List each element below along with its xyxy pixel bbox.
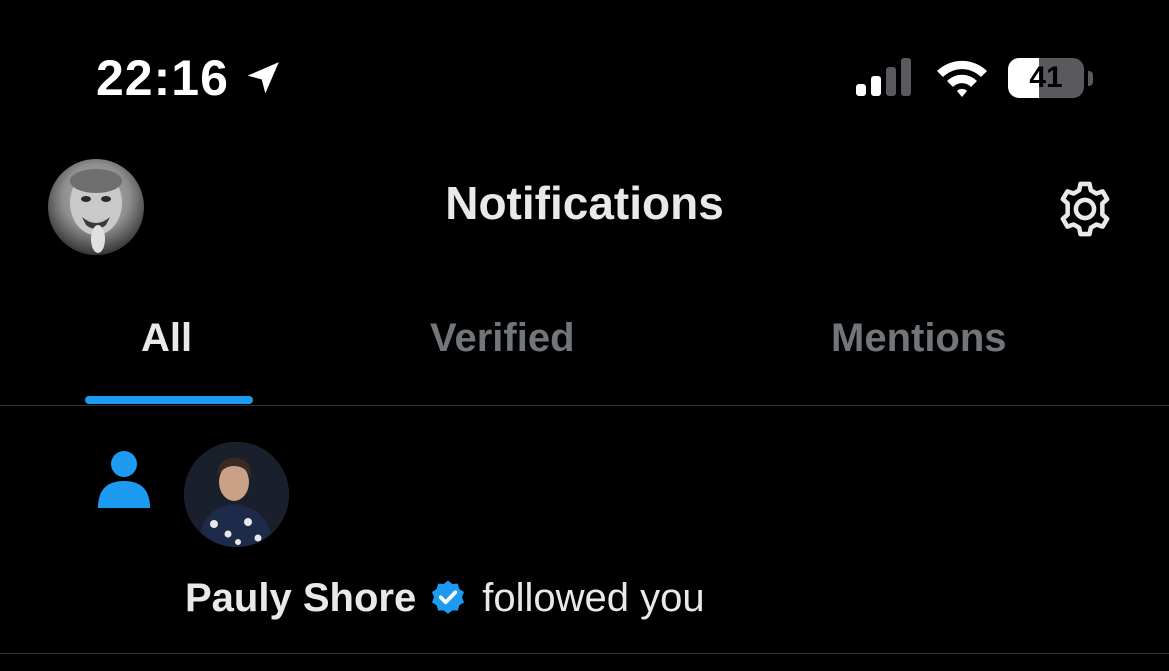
settings-button[interactable] xyxy=(1052,176,1118,242)
notification-tabs: All Verified Mentions xyxy=(0,280,1169,406)
notification-action: followed you xyxy=(482,575,705,620)
tab-all[interactable]: All xyxy=(141,316,192,361)
notification-text: Pauly Shore followed you xyxy=(185,572,705,624)
wifi-icon xyxy=(937,60,987,97)
verified-badge-icon xyxy=(428,578,468,618)
status-bar: 22:16 41 xyxy=(0,0,1169,140)
cellular-signal-icon xyxy=(856,58,911,96)
battery-level: 41 xyxy=(1029,61,1063,94)
active-tab-indicator xyxy=(85,396,253,404)
user-name[interactable]: Pauly Shore xyxy=(185,576,416,621)
location-arrow-icon xyxy=(243,58,283,98)
follower-avatar[interactable] xyxy=(184,442,289,547)
tab-mentions[interactable]: Mentions xyxy=(831,316,1007,361)
battery-body: 41 xyxy=(1008,58,1084,98)
battery-icon: 41 xyxy=(1008,58,1094,100)
gear-icon xyxy=(1060,181,1110,237)
tab-verified[interactable]: Verified xyxy=(430,316,575,361)
status-time: 22:16 xyxy=(96,50,229,106)
list-item[interactable]: Pauly Shore followed you xyxy=(0,406,1169,654)
header: Notifications xyxy=(0,140,1169,280)
battery-nub xyxy=(1088,71,1093,86)
status-time-group: 22:16 xyxy=(96,48,283,108)
person-icon xyxy=(98,451,150,508)
page-title: Notifications xyxy=(445,177,724,229)
